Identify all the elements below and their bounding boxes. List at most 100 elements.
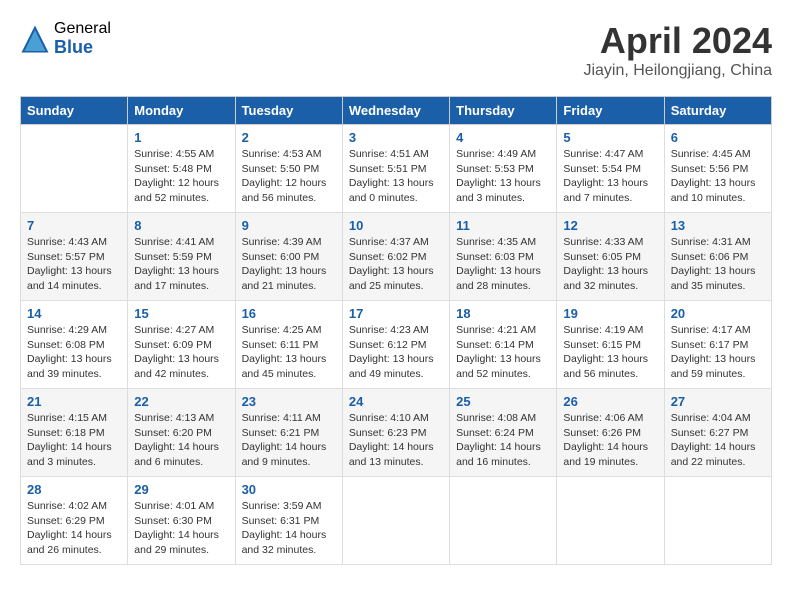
calendar-cell: 17 Sunrise: 4:23 AMSunset: 6:12 PMDayligh… <box>342 301 449 389</box>
day-number: 27 <box>671 394 765 409</box>
cell-content: Sunrise: 4:11 AMSunset: 6:21 PMDaylight:… <box>242 411 336 470</box>
day-number: 23 <box>242 394 336 409</box>
week-row-5: 28Sunrise: 4:02 AMSunset: 6:29 PMDayligh… <box>21 477 772 565</box>
column-header-wednesday: Wednesday <box>342 97 449 125</box>
calendar-cell: 1Sunrise: 4:55 AMSunset: 5:48 PMDaylight… <box>128 125 235 213</box>
column-header-saturday: Saturday <box>664 97 771 125</box>
day-number: 29 <box>134 482 228 497</box>
calendar-cell: 16 Sunrise: 4:25 AMSunset: 6:11 PMDayligh… <box>235 301 342 389</box>
week-row-2: 7 Sunrise: 4:43 AMSunset: 5:57 PMDaylight… <box>21 213 772 301</box>
cell-content: Sunrise: 4:41 AMSunset: 5:59 PMDaylight:… <box>134 235 228 294</box>
cell-content: Sunrise: 4:31 AMSunset: 6:06 PMDaylight:… <box>671 235 765 294</box>
calendar-cell: 27Sunrise: 4:04 AMSunset: 6:27 PMDayligh… <box>664 389 771 477</box>
calendar-cell: 20 Sunrise: 4:17 AMSunset: 6:17 PMDayligh… <box>664 301 771 389</box>
calendar-cell <box>557 477 664 565</box>
day-number: 7 <box>27 218 121 233</box>
logo-blue: Blue <box>54 38 111 58</box>
calendar-cell <box>450 477 557 565</box>
cell-content: Sunrise: 4:39 AMSunset: 6:00 PMDaylight:… <box>242 235 336 294</box>
cell-content: Sunrise: 4:25 AMSunset: 6:11 PMDaylight:… <box>242 323 336 382</box>
cell-content: Sunrise: 4:06 AMSunset: 6:26 PMDaylight:… <box>563 411 657 470</box>
cell-content: Sunrise: 4:53 AMSunset: 5:50 PMDaylight:… <box>242 147 336 206</box>
day-number: 20 <box>671 306 765 321</box>
calendar-cell: 24 Sunrise: 4:10 AMSunset: 6:23 PMDayligh… <box>342 389 449 477</box>
day-number: 15 <box>134 306 228 321</box>
calendar-cell: 4 Sunrise: 4:49 AMSunset: 5:53 PMDaylight… <box>450 125 557 213</box>
calendar-cell: 2 Sunrise: 4:53 AMSunset: 5:50 PMDaylight… <box>235 125 342 213</box>
cell-content: Sunrise: 4:49 AMSunset: 5:53 PMDaylight:… <box>456 147 550 206</box>
cell-content: Sunrise: 4:35 AMSunset: 6:03 PMDaylight:… <box>456 235 550 294</box>
header-row: SundayMondayTuesdayWednesdayThursdayFrid… <box>21 97 772 125</box>
logo-general: General <box>54 20 111 38</box>
day-number: 22 <box>134 394 228 409</box>
calendar-cell: 13 Sunrise: 4:31 AMSunset: 6:06 PMDayligh… <box>664 213 771 301</box>
calendar-cell: 8 Sunrise: 4:41 AMSunset: 5:59 PMDaylight… <box>128 213 235 301</box>
cell-content: Sunrise: 3:59 AMSunset: 6:31 PMDaylight:… <box>242 499 336 558</box>
cell-content: Sunrise: 4:47 AMSunset: 5:54 PMDaylight:… <box>563 147 657 206</box>
day-number: 2 <box>242 130 336 145</box>
calendar-cell: 30 Sunrise: 3:59 AMSunset: 6:31 PMDayligh… <box>235 477 342 565</box>
cell-content: Sunrise: 4:51 AMSunset: 5:51 PMDaylight:… <box>349 147 443 206</box>
day-number: 26 <box>563 394 657 409</box>
cell-content: Sunrise: 4:19 AMSunset: 6:15 PMDaylight:… <box>563 323 657 382</box>
column-header-thursday: Thursday <box>450 97 557 125</box>
day-number: 14 <box>27 306 121 321</box>
page-header: General Blue April 2024 Jiayin, Heilongj… <box>20 20 772 80</box>
location: Jiayin, Heilongjiang, China <box>583 62 772 80</box>
calendar-cell <box>342 477 449 565</box>
calendar-cell: 23 Sunrise: 4:11 AMSunset: 6:21 PMDayligh… <box>235 389 342 477</box>
calendar-table: SundayMondayTuesdayWednesdayThursdayFrid… <box>20 96 772 565</box>
day-number: 11 <box>456 218 550 233</box>
day-number: 21 <box>27 394 121 409</box>
day-number: 30 <box>242 482 336 497</box>
day-number: 3 <box>349 130 443 145</box>
day-number: 17 <box>349 306 443 321</box>
calendar-cell: 10Sunrise: 4:37 AMSunset: 6:02 PMDayligh… <box>342 213 449 301</box>
day-number: 24 <box>349 394 443 409</box>
day-number: 16 <box>242 306 336 321</box>
cell-content: Sunrise: 4:37 AMSunset: 6:02 PMDaylight:… <box>349 235 443 294</box>
calendar-cell: 7 Sunrise: 4:43 AMSunset: 5:57 PMDaylight… <box>21 213 128 301</box>
calendar-cell: 12 Sunrise: 4:33 AMSunset: 6:05 PMDayligh… <box>557 213 664 301</box>
day-number: 12 <box>563 218 657 233</box>
logo: General Blue <box>20 20 111 57</box>
day-number: 8 <box>134 218 228 233</box>
day-number: 19 <box>563 306 657 321</box>
week-row-4: 21Sunrise: 4:15 AMSunset: 6:18 PMDayligh… <box>21 389 772 477</box>
title-area: April 2024 Jiayin, Heilongjiang, China <box>583 20 772 80</box>
logo-icon <box>20 24 50 54</box>
cell-content: Sunrise: 4:01 AMSunset: 6:30 PMDaylight:… <box>134 499 228 558</box>
cell-content: Sunrise: 4:29 AMSunset: 6:08 PMDaylight:… <box>27 323 121 382</box>
calendar-cell: 22Sunrise: 4:13 AMSunset: 6:20 PMDayligh… <box>128 389 235 477</box>
cell-content: Sunrise: 4:45 AMSunset: 5:56 PMDaylight:… <box>671 147 765 206</box>
calendar-cell: 3 Sunrise: 4:51 AMSunset: 5:51 PMDaylight… <box>342 125 449 213</box>
column-header-friday: Friday <box>557 97 664 125</box>
calendar-cell: 11 Sunrise: 4:35 AMSunset: 6:03 PMDayligh… <box>450 213 557 301</box>
logo-text: General Blue <box>54 20 111 57</box>
cell-content: Sunrise: 4:43 AMSunset: 5:57 PMDaylight:… <box>27 235 121 294</box>
calendar-cell: 28Sunrise: 4:02 AMSunset: 6:29 PMDayligh… <box>21 477 128 565</box>
calendar-cell: 9Sunrise: 4:39 AMSunset: 6:00 PMDaylight… <box>235 213 342 301</box>
calendar-cell: 29 Sunrise: 4:01 AMSunset: 6:30 PMDayligh… <box>128 477 235 565</box>
calendar-cell: 18Sunrise: 4:21 AMSunset: 6:14 PMDayligh… <box>450 301 557 389</box>
calendar-cell: 6Sunrise: 4:45 AMSunset: 5:56 PMDaylight… <box>664 125 771 213</box>
cell-content: Sunrise: 4:17 AMSunset: 6:17 PMDaylight:… <box>671 323 765 382</box>
calendar-cell: 15 Sunrise: 4:27 AMSunset: 6:09 PMDayligh… <box>128 301 235 389</box>
day-number: 28 <box>27 482 121 497</box>
day-number: 25 <box>456 394 550 409</box>
calendar-cell <box>664 477 771 565</box>
day-number: 1 <box>134 130 228 145</box>
cell-content: Sunrise: 4:10 AMSunset: 6:23 PMDaylight:… <box>349 411 443 470</box>
cell-content: Sunrise: 4:33 AMSunset: 6:05 PMDaylight:… <box>563 235 657 294</box>
calendar-cell: 19 Sunrise: 4:19 AMSunset: 6:15 PMDayligh… <box>557 301 664 389</box>
column-header-monday: Monday <box>128 97 235 125</box>
calendar-cell <box>21 125 128 213</box>
cell-content: Sunrise: 4:21 AMSunset: 6:14 PMDaylight:… <box>456 323 550 382</box>
cell-content: Sunrise: 4:23 AMSunset: 6:12 PMDaylight:… <box>349 323 443 382</box>
calendar-cell: 5Sunrise: 4:47 AMSunset: 5:54 PMDaylight… <box>557 125 664 213</box>
cell-content: Sunrise: 4:27 AMSunset: 6:09 PMDaylight:… <box>134 323 228 382</box>
day-number: 4 <box>456 130 550 145</box>
week-row-3: 14 Sunrise: 4:29 AMSunset: 6:08 PMDayligh… <box>21 301 772 389</box>
cell-content: Sunrise: 4:08 AMSunset: 6:24 PMDaylight:… <box>456 411 550 470</box>
day-number: 13 <box>671 218 765 233</box>
